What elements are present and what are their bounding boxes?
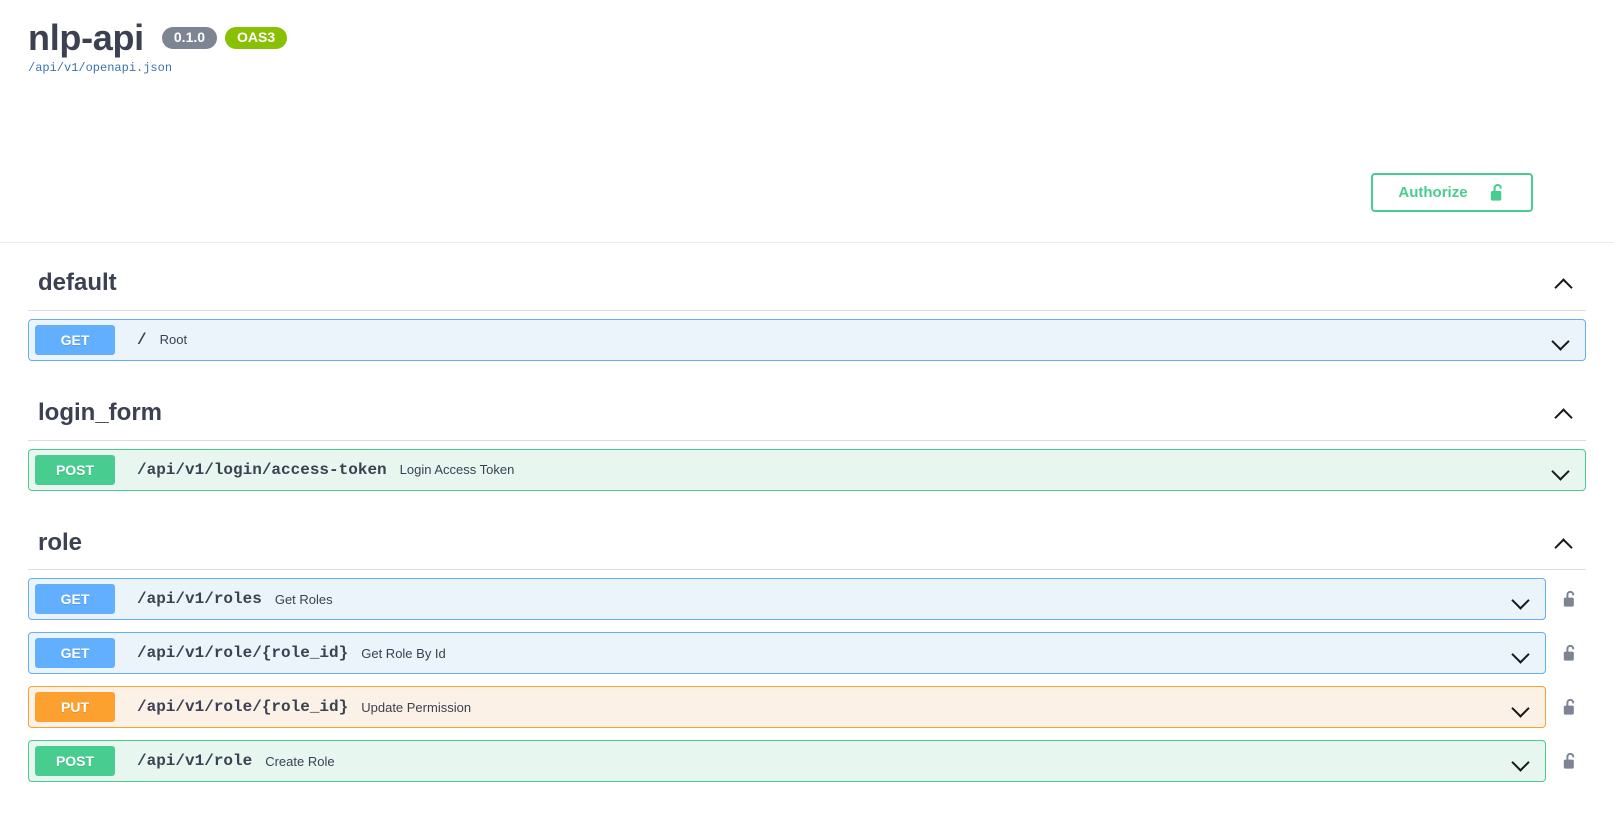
tag-name: default xyxy=(38,269,117,296)
operation-path: / xyxy=(137,330,147,349)
chevron-up-icon[interactable] xyxy=(1554,537,1576,549)
operation-summary: Update Permission xyxy=(361,699,472,715)
page-title: nlp-api xyxy=(28,17,144,58)
operation-summary: Get Role By Id xyxy=(361,645,446,661)
operation-row[interactable]: PUT/api/v1/role/{role_id} Update Permissi… xyxy=(28,686,1574,729)
operation-summary: Get Roles xyxy=(274,591,333,607)
chevron-down-icon[interactable] xyxy=(1551,334,1573,346)
chevron-down-icon[interactable] xyxy=(1511,755,1533,767)
operation-row-controls xyxy=(1551,464,1585,476)
tag-name: role xyxy=(38,528,83,556)
operation-path: /api/v1/role/{role_id} xyxy=(137,644,349,663)
chevron-up-icon[interactable] xyxy=(1554,277,1576,289)
http-method-badge: GET xyxy=(35,584,115,615)
operation-path: /api/v1/login/access-token xyxy=(137,460,387,479)
unlock-icon[interactable] xyxy=(1555,584,1585,614)
title-row: nlp-api 0.1.0 OAS3 xyxy=(0,18,1614,58)
operation-row[interactable]: GET/api/v1/roles Get Roles xyxy=(28,578,1574,621)
tag-header-default[interactable]: default xyxy=(28,243,1586,311)
operation-path: /api/v1/role/{role_id} xyxy=(137,698,349,717)
operation-list: GET / Root xyxy=(28,311,1586,361)
operations-container: default GET / Root login_form POST/api/v1/log… xyxy=(0,243,1614,783)
tag-name: login_form xyxy=(38,398,162,426)
chevron-up-icon[interactable] xyxy=(1554,407,1576,419)
operation-row[interactable]: POST/api/v1/role Create Role xyxy=(28,740,1574,783)
chevron-down-icon[interactable] xyxy=(1511,647,1533,659)
operation-row-controls xyxy=(1551,334,1585,346)
http-method-badge: PUT xyxy=(35,692,115,723)
operation-path: /api/v1/roles xyxy=(137,590,262,609)
chevron-down-icon[interactable] xyxy=(1511,701,1533,713)
operation-list: GET/api/v1/roles Get Roles GET/api/v1/role… xyxy=(28,570,1586,783)
api-header: nlp-api 0.1.0 OAS3 /api/v1/openapi.json … xyxy=(0,0,1614,243)
operation-summary: Create Role xyxy=(265,753,335,769)
tag-section-default: default GET / Root xyxy=(28,243,1586,361)
operation-row[interactable]: GET / Root xyxy=(28,318,1586,361)
chevron-down-icon[interactable] xyxy=(1511,593,1533,605)
chevron-down-icon[interactable] xyxy=(1551,464,1573,476)
unlock-icon[interactable] xyxy=(1555,692,1585,722)
authorize-button[interactable]: Authorize xyxy=(1371,173,1533,212)
authorize-button-label: Authorize xyxy=(1398,184,1468,201)
operation-row[interactable]: GET/api/v1/role/{role_id} Get Role By Id xyxy=(28,632,1574,675)
http-method-badge: POST xyxy=(35,454,115,485)
operation-row-controls xyxy=(1511,701,1545,713)
http-method-badge: GET xyxy=(35,324,115,355)
unlock-icon xyxy=(1490,183,1506,202)
oas-badge: OAS3 xyxy=(225,26,288,49)
operation-list: POST/api/v1/login/access-token Login Acce… xyxy=(28,441,1586,491)
operation-summary: Login Access Token xyxy=(399,462,515,478)
operation-summary: Root xyxy=(159,332,188,348)
http-method-badge: POST xyxy=(35,746,115,777)
operation-row-controls xyxy=(1511,647,1545,659)
openapi-spec-link[interactable]: /api/v1/openapi.json xyxy=(0,61,172,75)
operation-row-controls xyxy=(1511,755,1545,767)
tag-header-login_form[interactable]: login_form xyxy=(28,373,1586,441)
tag-header-role[interactable]: role xyxy=(28,503,1586,571)
http-method-badge: GET xyxy=(35,638,115,669)
tag-section-login_form: login_form POST/api/v1/login/access-token… xyxy=(28,373,1586,491)
tag-section-role: role GET/api/v1/roles Get Roles GET/api/v1/… xyxy=(28,503,1586,783)
unlock-icon[interactable] xyxy=(1555,746,1585,776)
operation-path: /api/v1/role xyxy=(137,752,253,771)
version-badge: 0.1.0 xyxy=(161,26,218,49)
unlock-icon[interactable] xyxy=(1555,638,1585,668)
authorize-wrapper: Authorize xyxy=(1371,173,1533,212)
operation-row-controls xyxy=(1511,593,1545,605)
operation-row[interactable]: POST/api/v1/login/access-token Login Acce… xyxy=(28,448,1586,491)
